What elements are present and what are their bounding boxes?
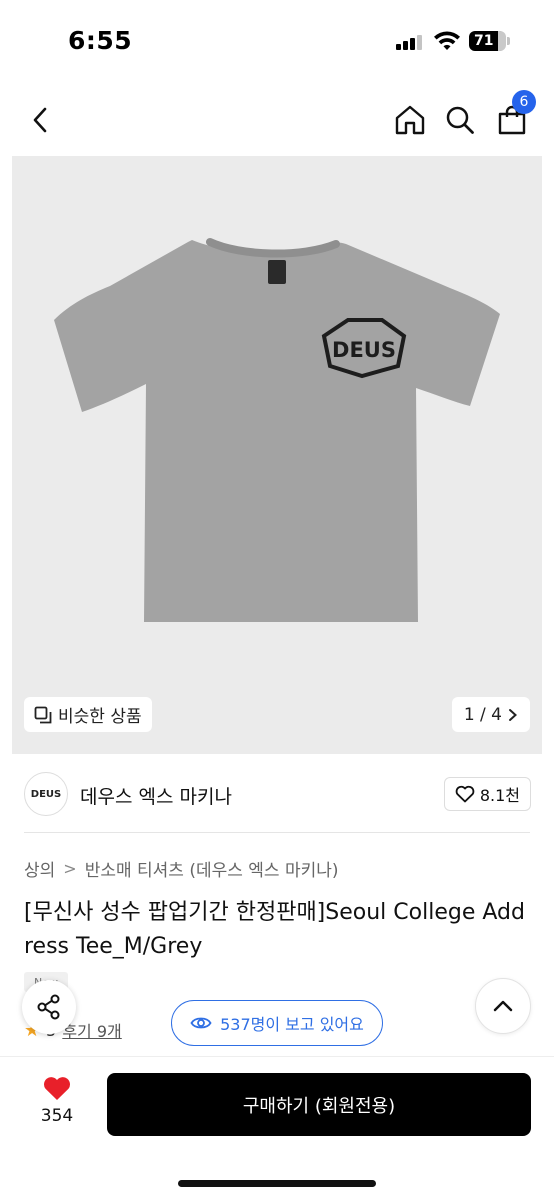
tshirt-logo-text: DEUS xyxy=(332,338,396,362)
wishlist-button[interactable]: 354 xyxy=(30,1075,84,1126)
copy-icon xyxy=(34,706,52,723)
image-pager[interactable]: 1 / 4 xyxy=(451,697,530,732)
viewers-pill: 537명이 보고 있어요 xyxy=(171,1000,383,1046)
brand-logo-text: DEUS xyxy=(30,788,62,800)
chevron-right-icon xyxy=(509,708,517,721)
home-icon xyxy=(395,105,425,135)
wifi-icon xyxy=(434,31,460,50)
heart-outline-icon xyxy=(455,785,475,803)
breadcrumb: 상의 > 반소매 티셔츠 (데우스 엑스 마키나) xyxy=(24,856,339,881)
battery-level: 71 xyxy=(474,33,494,49)
brand-name[interactable]: 데우스 엑스 마키나 xyxy=(80,782,232,809)
top-nav: 6 xyxy=(0,90,554,152)
share-button[interactable] xyxy=(22,980,76,1034)
similar-products-button[interactable]: 비슷한 상품 xyxy=(24,697,152,732)
scroll-top-button[interactable] xyxy=(475,978,531,1034)
image-pager-label: 1 / 4 xyxy=(463,704,502,725)
status-bar: 6:55 71 xyxy=(0,0,554,80)
signal-icon xyxy=(396,34,424,50)
buy-button[interactable]: 구매하기 (회원전용) xyxy=(107,1073,531,1136)
brand-like-count: 8.1천 xyxy=(479,786,520,805)
product-title: [무신사 성수 팝업기간 한정판매]Seoul College Address … xyxy=(24,900,525,959)
tshirt-image: DEUS xyxy=(54,238,500,622)
status-time: 6:55 xyxy=(68,26,133,55)
battery-icon: 71 xyxy=(469,31,506,51)
back-button[interactable] xyxy=(18,98,62,142)
home-button[interactable] xyxy=(388,98,432,142)
battery-cap xyxy=(507,37,510,45)
product-image[interactable]: DEUS 비슷한 상품 1 / 4 xyxy=(12,156,542,754)
search-icon xyxy=(446,106,474,134)
eye-icon xyxy=(190,1017,212,1029)
back-icon xyxy=(33,107,47,133)
brand-logo[interactable]: DEUS xyxy=(24,772,68,816)
similar-products-label: 비슷한 상품 xyxy=(58,707,142,727)
wishlist-count: 354 xyxy=(40,1106,74,1126)
viewers-count: 537명이 보고 있어요 xyxy=(220,1015,364,1034)
heart-filled-icon xyxy=(44,1077,70,1100)
chevron-right-icon: > xyxy=(63,859,77,878)
search-button[interactable] xyxy=(438,98,482,142)
cart-count-badge: 6 xyxy=(512,90,536,114)
share-icon xyxy=(37,994,60,1020)
cart-button[interactable]: 6 xyxy=(490,90,536,142)
brand-like-button[interactable]: 8.1천 xyxy=(443,777,531,811)
divider xyxy=(24,832,530,833)
breadcrumb-subcategory[interactable]: 반소매 티셔츠 (데우스 엑스 마키나) xyxy=(85,856,339,881)
home-indicator xyxy=(178,1180,376,1187)
breadcrumb-category[interactable]: 상의 xyxy=(24,856,55,881)
chevron-up-icon xyxy=(493,1000,513,1012)
bottom-action-bar: 354 구매하기 (회원전용) xyxy=(0,1056,554,1200)
brand-row[interactable]: DEUS 데우스 엑스 마키나 8.1천 xyxy=(0,770,554,820)
